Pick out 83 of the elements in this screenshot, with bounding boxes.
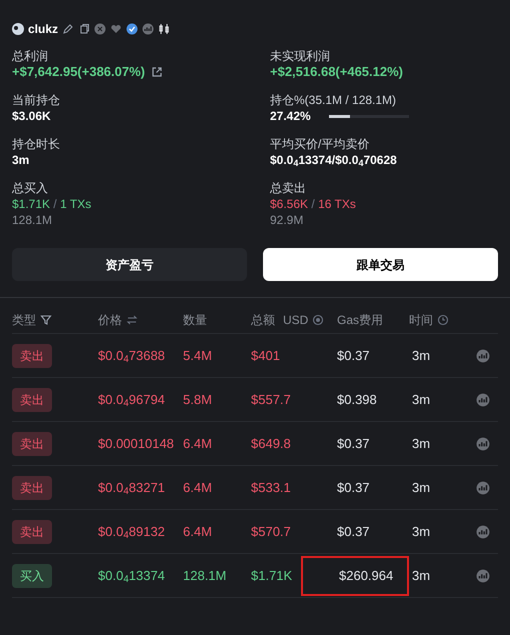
column-header: Gas费用 [337,312,384,329]
time-cell-text: 3m [411,346,432,365]
copy-icon[interactable] [78,23,90,35]
column-header: 数量 [183,312,207,329]
gas-cell-text: $0.37 [337,478,370,497]
time-cell-text: 3m [411,522,432,541]
gas-cell-text: $0.398 [337,390,377,409]
trade-type-badge: 卖出 [12,520,52,544]
column-header: 价格 [98,312,122,329]
stat-label: 平均买价/平均卖价 [270,136,370,152]
stat-label: 总买入 [12,180,49,196]
filter-icon[interactable] [40,314,52,326]
avatar [12,23,24,35]
stat-value: $1.71K / 1 TXs [12,196,92,212]
chart-icon [476,348,490,362]
chart-icon [142,23,154,35]
price-cell-text: $0.00010148 [98,434,175,453]
chart-icon [476,436,490,450]
total-cell-text: $557.7 [251,390,292,409]
action-button[interactable]: 跟单交易 [263,248,498,281]
amount-cell-text: 5.8M [183,390,213,409]
gas-cell-text: $260.964 [339,566,394,585]
action-button[interactable]: 资产盈亏 [12,248,247,281]
amount-cell-text: 6.4M [183,478,213,497]
coin-icon[interactable] [312,314,324,326]
price-cell-text: $0.0$_{4}$13374 [98,566,166,586]
trade-type-badge: 卖出 [12,388,52,412]
amount-cell-text: 6.4M [183,434,213,453]
external-link-icon[interactable] [151,66,163,78]
stat-label: 当前持仓 [12,92,61,108]
trade-type-badge: 买入 [12,564,52,588]
candlestick-icon[interactable] [158,23,170,35]
x-icon[interactable] [94,23,106,35]
gas-cell-text: $0.37 [337,346,370,365]
clock-icon[interactable] [437,314,449,326]
amount-cell-text: 6.4M [183,522,213,541]
total-cell-text: $1.71K [251,566,294,585]
stat-label: 总卖出 [270,180,307,196]
chart-icon [476,392,490,406]
amount-cell-text: 128.1M [183,566,228,585]
time-cell-text: 3m [411,566,432,585]
column-header: 总额 [251,312,275,329]
time-cell-text: 3m [411,390,432,409]
verified-icon [126,23,138,35]
chart-icon [476,568,490,582]
stat-label: 持仓%(35.1M / 128.1M) [270,92,398,108]
chart-icon [476,524,490,538]
price-cell-text: $0.0$_{4}$83271 [98,478,166,498]
time-cell-text: 3m [411,478,432,497]
stat-value: 3m [12,152,30,168]
heart-icon[interactable] [110,23,122,35]
stat-value: $6.56K / 16 TXs [270,196,356,212]
total-cell-text: $649.8 [251,434,292,453]
price-cell-text: $0.0$_{4}$96794 [98,390,166,410]
gas-cell-text: $0.37 [337,522,370,541]
swap-icon[interactable] [126,314,138,326]
chart-icon [476,480,490,494]
stat-value: 27.42% [270,108,311,124]
amount-cell-text: 5.4M [183,346,213,365]
column-header: 时间 [409,312,433,329]
time-cell-text: 3m [411,434,432,453]
stat-value: $3.06K [12,108,51,124]
stat-value: $0.0$_{4}$13374/$0.0$_{4}$70628 [270,152,397,168]
stat-value: +$2,516.68(+465.12%) [270,64,403,80]
column-unit: USD [283,312,308,329]
gas-cell-text: $0.37 [337,434,370,453]
total-cell-text: $401 [251,346,281,365]
stat-label: 总利润 [12,48,49,64]
stat-label: 持仓时长 [12,136,61,152]
column-header: 类型 [12,312,36,329]
stat-amount: 92.9M [270,212,304,228]
trade-type-badge: 卖出 [12,344,52,368]
total-cell-text: $533.1 [251,478,292,497]
trade-type-badge: 卖出 [12,432,52,456]
price-cell-text: $0.0$_{4}$73688 [98,346,166,366]
stat-label: 未实现利润 [270,48,331,64]
pencil-icon[interactable] [62,23,74,35]
stat-amount: 128.1M [12,212,54,228]
username: clukz [28,21,58,38]
total-cell-text: $570.7 [251,522,292,541]
trade-type-badge: 卖出 [12,476,52,500]
stat-value: +$7,642.95(+386.07%) [12,64,145,80]
price-cell-text: $0.0$_{4}$89132 [98,522,166,542]
